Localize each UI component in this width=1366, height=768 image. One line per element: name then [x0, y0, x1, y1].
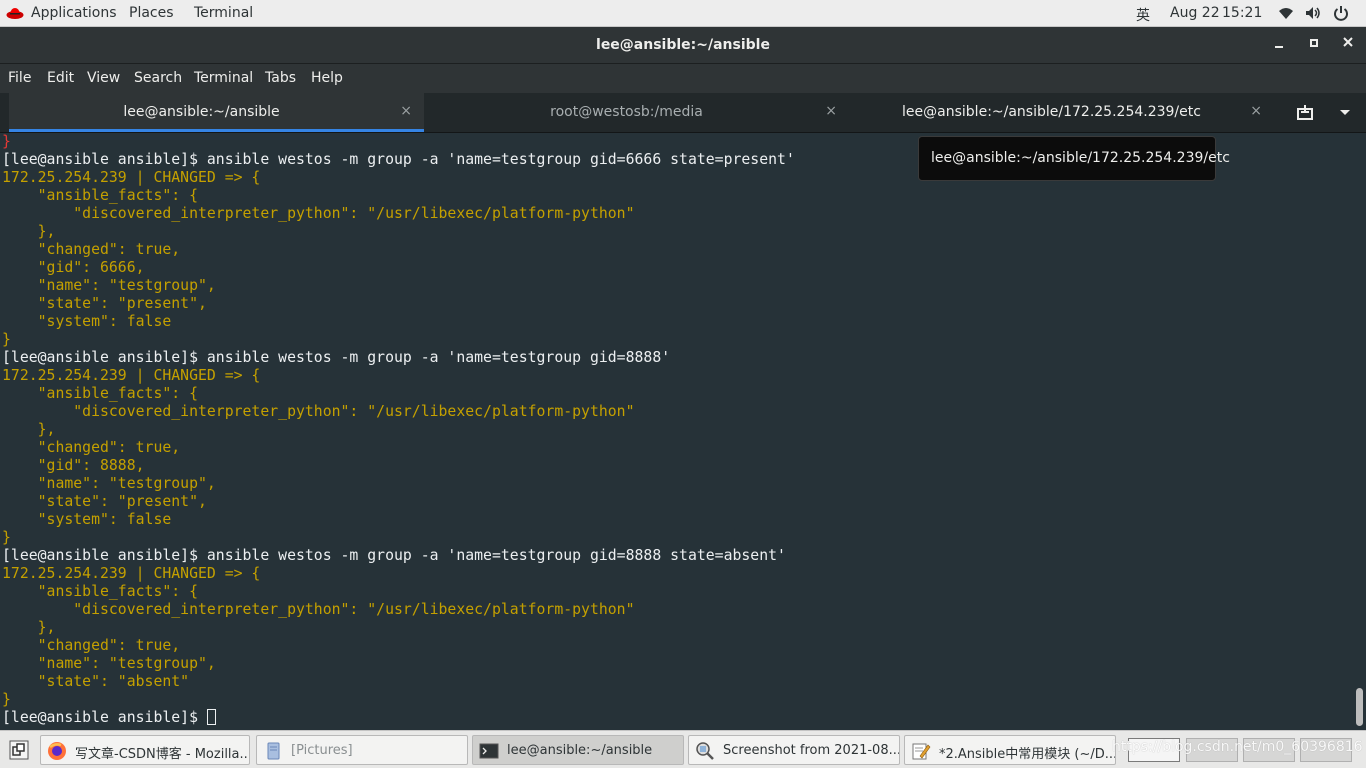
task-label: lee@ansible:~/ansible — [507, 743, 653, 758]
terminal-line: } — [2, 331, 11, 348]
firefox-icon — [48, 742, 66, 760]
tooltip-text: lee@ansible:~/ansible/172.25.254.239/etc — [931, 150, 1230, 166]
maximize-icon — [1310, 39, 1318, 47]
minimize-icon — [1275, 46, 1283, 48]
task-terminal[interactable]: lee@ansible:~/ansible — [472, 735, 684, 765]
menu-search[interactable]: Search — [134, 70, 182, 86]
terminal-line: } — [2, 691, 11, 708]
input-method-indicator[interactable]: 英 — [1136, 5, 1150, 25]
terminal-line: "gid": 6666, — [2, 259, 145, 276]
task-screenshot[interactable]: Screenshot from 2021-08... — [688, 735, 900, 765]
text-editor-icon — [912, 743, 931, 760]
terminal-icon — [479, 743, 499, 759]
terminal-line: "ansible_facts": { — [2, 583, 198, 600]
terminal-line: "system": false — [2, 313, 172, 330]
menu-terminal[interactable]: Terminal — [194, 70, 253, 86]
new-tab-icon[interactable] — [1296, 104, 1314, 122]
folder-icon — [267, 742, 280, 760]
window-list-taskbar: 写文章-CSDN博客 - Mozilla... [Pictures] lee@a… — [0, 730, 1366, 768]
tab-tooltip: lee@ansible:~/ansible/172.25.254.239/etc — [918, 136, 1230, 181]
tab-label: lee@ansible:~/ansible — [123, 104, 280, 120]
terminal-line: "discovered_interpreter_python": "/usr/l… — [2, 601, 635, 618]
task-firefox[interactable]: 写文章-CSDN博客 - Mozilla... — [40, 735, 250, 765]
terminal-line: "ansible_facts": { — [2, 385, 198, 402]
gnome-top-bar: Applications Places Terminal 英 Aug 22 15… — [0, 0, 1366, 27]
terminal-line: "discovered_interpreter_python": "/usr/l… — [2, 205, 635, 222]
close-window-button[interactable] — [1337, 35, 1359, 55]
terminal-line: [lee@ansible ansible]$ ansible westos -m… — [2, 547, 786, 564]
watermark-text: https://blog.csdn.net/m0_60396816 — [1112, 739, 1363, 755]
task-pictures[interactable]: [Pictures] — [256, 735, 468, 765]
terminal-line: "state": "absent" — [2, 673, 190, 690]
menu-view[interactable]: View — [87, 70, 120, 86]
prompt-text: [lee@ansible ansible]$ — [2, 709, 207, 726]
image-viewer-icon — [696, 742, 714, 760]
tab-label: lee@ansible:~/ansible/172.25.254.239/etc — [902, 104, 1201, 120]
close-icon — [1343, 37, 1353, 47]
clock-date[interactable]: Aug 22 — [1170, 5, 1220, 21]
task-label: Screenshot from 2021-08... — [723, 743, 900, 758]
task-label: [Pictures] — [291, 743, 353, 758]
terminal-line: "gid": 8888, — [2, 457, 145, 474]
redhat-logo-icon — [6, 8, 24, 19]
tab-root-westosb[interactable]: root@westosb:/media × — [434, 93, 849, 132]
scrollbar-thumb[interactable] — [1356, 688, 1363, 726]
tab-label: root@westosb:/media — [550, 104, 703, 120]
window-title: lee@ansible:~/ansible — [596, 37, 770, 53]
terminal-line: "state": "present", — [2, 493, 207, 510]
terminal-prompt-line: [lee@ansible ansible]$ — [2, 709, 1354, 727]
tab-close-button[interactable]: × — [825, 103, 837, 119]
menu-file[interactable]: File — [8, 70, 31, 86]
menu-bar: File Edit View Search Terminal Tabs Help — [0, 64, 1366, 93]
terminal-line: [lee@ansible ansible]$ ansible westos -m… — [2, 349, 671, 366]
terminal-line: "state": "present", — [2, 295, 207, 312]
chevron-down-icon[interactable] — [1339, 109, 1351, 117]
terminal-cursor — [206, 709, 216, 725]
tab-bar: lee@ansible:~/ansible × root@westosb:/me… — [0, 93, 1366, 133]
terminal-line: }, — [2, 619, 56, 636]
terminal-line: "changed": true, — [2, 637, 181, 654]
terminal-line: 172.25.254.239 | CHANGED => { — [2, 367, 261, 384]
terminal-line: }, — [2, 421, 56, 438]
terminal-line: "name": "testgroup", — [2, 277, 216, 294]
maximize-button[interactable] — [1303, 35, 1325, 55]
minimize-button[interactable] — [1268, 35, 1290, 55]
task-label: *2.Ansible中常用模块 (~/D... — [939, 747, 1116, 762]
tab-lee-ansible-etc[interactable]: lee@ansible:~/ansible/172.25.254.239/etc… — [859, 93, 1274, 132]
terminal-line: "system": false — [2, 511, 172, 528]
applications-menu[interactable]: Applications — [31, 5, 117, 21]
terminal-line: "changed": true, — [2, 439, 181, 456]
terminal-line: "ansible_facts": { — [2, 187, 198, 204]
window-titlebar[interactable]: lee@ansible:~/ansible — [0, 27, 1366, 64]
terminal-line: "name": "testgroup", — [2, 655, 216, 672]
terminal-line: "changed": true, — [2, 241, 181, 258]
clock-time[interactable]: 15:21 — [1222, 5, 1262, 21]
tab-close-button[interactable]: × — [400, 103, 412, 119]
menu-tabs[interactable]: Tabs — [265, 70, 296, 86]
tab-lee-ansible[interactable]: lee@ansible:~/ansible × — [9, 93, 424, 132]
tab-close-button[interactable]: × — [1250, 103, 1262, 119]
terminal-line: "discovered_interpreter_python": "/usr/l… — [2, 403, 635, 420]
power-icon[interactable] — [1333, 5, 1349, 21]
terminal-line: "name": "testgroup", — [2, 475, 216, 492]
places-menu[interactable]: Places — [129, 5, 174, 21]
terminal-line: } — [2, 529, 11, 546]
task-label: 写文章-CSDN博客 - Mozilla... — [75, 747, 250, 762]
show-desktop-icon[interactable] — [9, 740, 29, 760]
menu-help[interactable]: Help — [311, 70, 343, 86]
terminal-line: 172.25.254.239 | CHANGED => { — [2, 565, 261, 582]
volume-icon[interactable] — [1305, 6, 1321, 20]
terminal-line: }, — [2, 223, 56, 240]
terminal-app-menu[interactable]: Terminal — [194, 5, 253, 21]
terminal-scrollbar[interactable] — [1354, 133, 1366, 730]
wifi-icon[interactable] — [1278, 6, 1294, 20]
terminal-output: } [lee@ansible ansible]$ ansible westos -… — [0, 133, 1354, 727]
terminal-view[interactable]: } [lee@ansible ansible]$ ansible westos -… — [0, 133, 1354, 730]
menu-edit[interactable]: Edit — [47, 70, 74, 86]
task-text-editor[interactable]: *2.Ansible中常用模块 (~/D... — [904, 735, 1116, 765]
